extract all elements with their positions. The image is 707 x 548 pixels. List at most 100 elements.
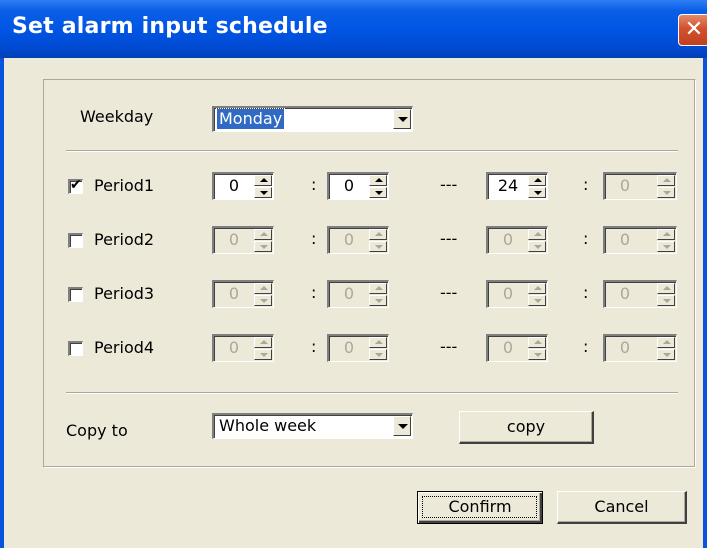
end-minute-spinner[interactable]: 0 [603, 226, 677, 254]
spin-down-icon[interactable] [528, 349, 546, 360]
confirm-button-label: Confirm [448, 497, 512, 516]
spin-up-icon[interactable] [369, 175, 387, 186]
spin-down-icon[interactable] [528, 295, 546, 306]
period-label: Period3 [94, 284, 155, 303]
separator [66, 150, 678, 152]
copy-to-select[interactable]: Whole week [212, 413, 413, 439]
schedule-group [43, 79, 696, 468]
time-colon: : [311, 283, 317, 302]
spin-down-icon[interactable] [369, 241, 387, 252]
end-hour-spinner[interactable]: 0 [486, 334, 548, 362]
start-hour-spinner[interactable]: 0 [212, 334, 274, 362]
spin-up-icon[interactable] [657, 337, 675, 348]
window-frame-right [703, 58, 707, 548]
time-colon: : [583, 283, 589, 302]
spin-down-icon[interactable] [528, 187, 546, 198]
spin-up-icon[interactable] [528, 229, 546, 240]
end-hour-spinner[interactable]: 0 [486, 226, 548, 254]
checkmark-icon: ✔ [70, 177, 82, 193]
close-button[interactable]: ✕ [678, 14, 707, 46]
chevron-down-icon[interactable] [393, 416, 411, 436]
chevron-down-icon[interactable] [393, 109, 411, 129]
spin-up-icon[interactable] [254, 229, 272, 240]
copy-button-label: copy [506, 417, 546, 436]
spinner-value: 0 [502, 230, 514, 249]
weekday-value: Monday [215, 108, 286, 130]
confirm-button[interactable]: Confirm [417, 491, 543, 524]
spin-up-icon[interactable] [657, 229, 675, 240]
start-minute-spinner[interactable]: 0 [327, 334, 389, 362]
spin-down-icon[interactable] [528, 241, 546, 252]
range-dash: --- [440, 229, 458, 248]
time-colon: : [311, 175, 317, 194]
spinner-value: 0 [343, 176, 355, 195]
period-checkbox[interactable] [68, 341, 83, 356]
spinner-value: 0 [343, 230, 355, 249]
spin-down-icon[interactable] [369, 349, 387, 360]
start-hour-spinner[interactable]: 0 [212, 280, 274, 308]
window-frame-left [0, 58, 4, 548]
spinner-value: 0 [619, 284, 631, 303]
spin-down-icon[interactable] [254, 349, 272, 360]
spin-down-icon[interactable] [369, 295, 387, 306]
time-colon: : [311, 337, 317, 356]
range-dash: --- [440, 175, 458, 194]
spin-up-icon[interactable] [528, 337, 546, 348]
copy-to-label: Copy to [66, 421, 128, 440]
spin-up-icon[interactable] [369, 283, 387, 294]
time-colon: : [583, 337, 589, 356]
spin-down-icon[interactable] [254, 295, 272, 306]
spin-down-icon[interactable] [657, 241, 675, 252]
spin-down-icon[interactable] [254, 241, 272, 252]
range-dash: --- [440, 337, 458, 356]
spin-up-icon[interactable] [528, 175, 546, 186]
window-title: Set alarm input schedule [12, 14, 328, 39]
spinner-value: 0 [228, 176, 240, 195]
cancel-button[interactable]: Cancel [557, 491, 687, 524]
start-minute-spinner[interactable]: 0 [327, 172, 389, 200]
period-checkbox[interactable] [68, 233, 83, 248]
time-colon: : [583, 175, 589, 194]
spin-down-icon[interactable] [657, 295, 675, 306]
spin-up-icon[interactable] [657, 175, 675, 186]
end-hour-spinner[interactable]: 0 [486, 280, 548, 308]
spin-up-icon[interactable] [254, 175, 272, 186]
separator [66, 392, 678, 394]
spin-up-icon[interactable] [369, 229, 387, 240]
range-dash: --- [440, 283, 458, 302]
time-colon: : [311, 229, 317, 248]
spinner-value: 24 [497, 176, 519, 195]
spinner-value: 0 [619, 338, 631, 357]
copy-button[interactable]: copy [459, 411, 594, 444]
spinner-value: 0 [619, 230, 631, 249]
copy-to-value: Whole week [219, 416, 317, 435]
spin-down-icon[interactable] [254, 187, 272, 198]
spin-down-icon[interactable] [369, 187, 387, 198]
spinner-value: 0 [502, 338, 514, 357]
period-checkbox[interactable]: ✔ [68, 177, 83, 194]
spin-up-icon[interactable] [657, 283, 675, 294]
spinner-value: 0 [228, 338, 240, 357]
spin-up-icon[interactable] [254, 283, 272, 294]
start-minute-spinner[interactable]: 0 [327, 280, 389, 308]
weekday-select[interactable]: Monday [212, 106, 413, 132]
spinner-value: 0 [228, 284, 240, 303]
end-minute-spinner[interactable]: 0 [603, 334, 677, 362]
period-checkbox[interactable] [68, 287, 83, 302]
spinner-value: 0 [343, 338, 355, 357]
spin-up-icon[interactable] [528, 283, 546, 294]
spin-down-icon[interactable] [657, 349, 675, 360]
spinner-value: 0 [619, 176, 631, 195]
start-hour-spinner[interactable]: 0 [212, 172, 274, 200]
spin-up-icon[interactable] [254, 337, 272, 348]
spinner-value: 0 [228, 230, 240, 249]
period-label: Period4 [94, 338, 155, 357]
start-hour-spinner[interactable]: 0 [212, 226, 274, 254]
spin-down-icon[interactable] [657, 187, 675, 198]
start-minute-spinner[interactable]: 0 [327, 226, 389, 254]
spinner-value: 0 [502, 284, 514, 303]
spin-up-icon[interactable] [369, 337, 387, 348]
end-minute-spinner[interactable]: 0 [603, 172, 677, 200]
end-hour-spinner[interactable]: 24 [486, 172, 548, 200]
end-minute-spinner[interactable]: 0 [603, 280, 677, 308]
